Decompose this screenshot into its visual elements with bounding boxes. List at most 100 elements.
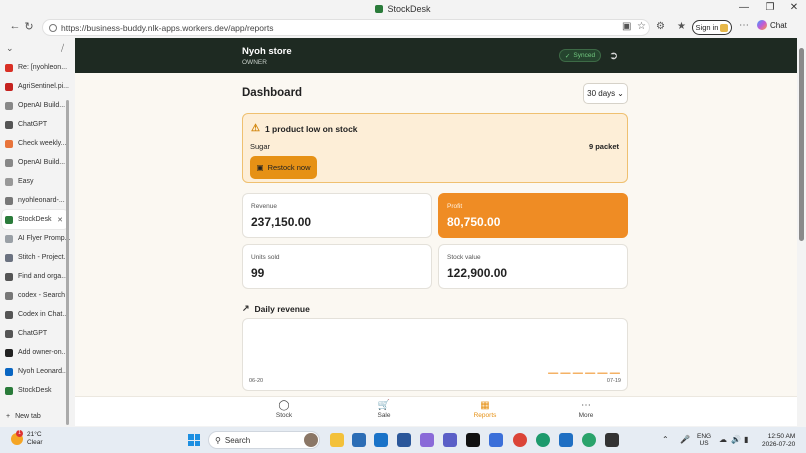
new-tab-button[interactable]: + New tab [0,408,70,424]
maximize-icon[interactable]: ❐ [763,2,777,13]
tab-item[interactable]: ChatGPT [0,115,70,134]
favorites-icon[interactable]: ★ [677,21,686,32]
tab-item[interactable]: Easy [0,172,70,191]
word-icon[interactable] [397,433,411,447]
nav-reports-label: Reports [473,412,497,419]
app-launcher-icon[interactable] [489,433,503,447]
signin-button[interactable]: Sign in [692,20,732,35]
microphone-icon[interactable]: 🎤 [680,435,690,444]
tab-item[interactable]: Check weekly... [0,134,70,153]
nav-sale[interactable]: 🛒 Sale [354,400,414,419]
nav-more[interactable]: ⋯ More [556,400,616,419]
tab-item[interactable]: nyohleonard-... [0,191,70,210]
collapse-chevron-icon[interactable]: ⌄ [6,43,14,54]
chatgpt-icon [5,120,13,129]
copilot-chat-button[interactable]: Chat [757,20,787,30]
stockdesk-icon [5,386,13,395]
tab-item[interactable]: Re: [nyohleon... [0,58,70,77]
logout-icon[interactable]: ➲ [609,49,618,62]
tab-item[interactable]: ChatGPT [0,324,70,343]
close-tab-icon[interactable]: ✕ [57,216,63,224]
tab-label: OpenAI Build... [18,159,66,166]
extensions-icon[interactable]: ⚙ [656,21,665,32]
cart-icon: 🛒 [377,400,391,411]
date-range-value: 30 days [587,89,616,98]
tab-label: Find and orga... [18,273,68,280]
tab-item[interactable]: AgriSentinel.pi... [0,77,70,96]
clock-time: 12:50 AM [767,433,796,440]
tab-item[interactable]: OpenAI Build... [0,96,70,115]
page-scrollbar-thumb[interactable] [799,48,804,241]
chrome-icon[interactable] [513,433,527,447]
tab-item[interactable]: StockDesk ✕ [2,210,68,229]
chart-bar [572,372,583,374]
close-window-icon[interactable]: ✕ [787,2,801,13]
weather-widget[interactable]: 1 21°C Clear [11,430,43,447]
nav-stock[interactable]: ◯ Stock [254,400,314,419]
revenue-card: Revenue 237,150.00 [242,193,432,238]
windows-start-icon[interactable] [188,434,200,446]
url-text: https://business-buddy.nlk-apps.workers.… [61,22,274,33]
tab-item[interactable]: Stitch - Project... [0,248,70,267]
address-bar[interactable]: https://business-buddy.nlk-apps.workers.… [42,19,650,36]
more-menu-icon[interactable]: ⋯ [739,20,749,31]
restock-button[interactable]: ▣ Restock now [250,156,317,179]
wifi-icon[interactable]: ☁ [719,435,727,444]
chart-bar [609,372,620,374]
tab-label: nyohleonard-... [18,197,65,204]
window-title: StockDesk [375,3,431,14]
page-scrollbar[interactable] [797,38,806,426]
taskbar-search-label: Search [224,435,251,445]
tab-item[interactable]: codex - Search [0,286,70,305]
tab-item[interactable]: Add owner-on... [0,343,70,362]
copilot-app-icon[interactable] [420,433,434,447]
weather-temp: 21°C [27,431,42,438]
tab-scrollbar[interactable] [66,100,69,425]
nav-stock-label: Stock [275,412,293,419]
taskbar-clock[interactable]: 12:50 AM 2026-07-20 [762,433,795,449]
daily-revenue-chart-svg [548,372,620,374]
nav-reports[interactable]: ▦ Reports [455,400,515,419]
minimize-icon[interactable]: — [737,2,751,13]
volume-icon[interactable]: 🔊 [731,435,741,444]
tab-item[interactable]: OpenAI Build... [0,153,70,172]
site-info-icon[interactable] [49,23,57,32]
edge-icon[interactable] [536,433,550,447]
terminal-icon[interactable] [605,433,619,447]
app-available-icon[interactable]: ▣ [622,21,631,32]
tab-item[interactable]: Nyoh Leonard... [0,362,70,381]
refresh-icon[interactable]: ↻ [20,20,38,33]
chat-label: Chat [770,20,787,30]
window-title-text: StockDesk [387,3,431,14]
tab-label: AI Flyer Promp... [18,235,70,242]
search-highlight-icon[interactable] [304,433,318,447]
calculator-icon[interactable] [559,433,573,447]
mail-icon[interactable] [374,433,388,447]
favorite-star-icon[interactable]: ☆ [637,21,646,32]
window-titlebar: StockDesk — ❐ ✕ [0,0,806,17]
file-explorer-icon[interactable] [330,433,344,447]
tab-item[interactable]: AI Flyer Promp... [0,229,70,248]
low-stock-item-name: Sugar [250,142,271,151]
vertical-tab-bar: ⌄ ⧸ Re: [nyohleon... AgriSentinel.pi... Op… [0,38,70,426]
tab-item[interactable]: Codex in Chat... [0,305,70,324]
battery-icon[interactable]: ▮ [744,435,748,444]
tab-item[interactable]: Find and orga... [0,267,70,286]
page-title: Dashboard [242,87,303,99]
input-language[interactable]: ENG US [697,433,711,447]
chatgpt-app-icon[interactable] [466,433,480,447]
tab-label: AgriSentinel.pi... [18,83,69,90]
chart-bar [597,372,608,374]
date-range-select[interactable]: 30 days ⌄ [583,83,628,104]
unpin-tabs-icon[interactable]: ⧸ [61,43,64,54]
tab-label: Stitch - Project... [18,254,70,261]
store-icon[interactable] [352,433,366,447]
chevron-up-icon[interactable]: ⌃ [662,435,669,444]
edge-dev-icon[interactable] [582,433,596,447]
teams-icon[interactable] [443,433,457,447]
lang-top: ENG [697,433,712,440]
tab-label: Re: [nyohleon... [18,64,68,71]
daily-revenue-chart: 06-20 07-19 [242,318,628,391]
units-sold-label: Units sold [251,254,280,261]
tab-item[interactable]: StockDesk [0,381,70,400]
